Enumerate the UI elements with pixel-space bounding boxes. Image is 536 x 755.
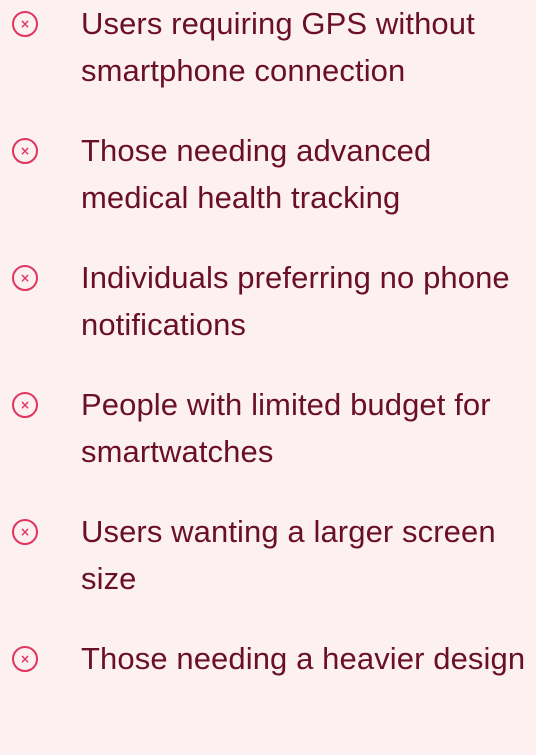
list-item: × Those needing advanced medical health … [0, 127, 536, 247]
list-item: × Users requiring GPS without smartphone… [0, 0, 536, 120]
x-circle-icon: × [12, 265, 38, 291]
list-item-text: Those needing a heavier design [81, 641, 526, 676]
list-item: × Users wanting a larger screen size [0, 508, 536, 628]
list-item: × Those needing a heavier design [0, 635, 536, 755]
not-recommended-list: × Users requiring GPS without smartphone… [0, 0, 536, 729]
x-circle-icon: × [12, 519, 38, 545]
x-circle-icon: × [12, 11, 38, 37]
list-item-text: Users requiring GPS without smartphone c… [81, 6, 475, 88]
list-item: × People with limited budget for smartwa… [0, 381, 536, 501]
x-circle-icon: × [12, 138, 38, 164]
list-item-text: Those needing advanced medical health tr… [81, 133, 432, 215]
list-item-text: People with limited budget for smartwatc… [81, 387, 491, 469]
list-item-text: Individuals preferring no phone notifica… [81, 260, 510, 342]
x-circle-icon: × [12, 392, 38, 418]
x-circle-icon: × [12, 646, 38, 672]
list-item-text: Users wanting a larger screen size [81, 514, 496, 596]
list-item: × Individuals preferring no phone notifi… [0, 254, 536, 374]
